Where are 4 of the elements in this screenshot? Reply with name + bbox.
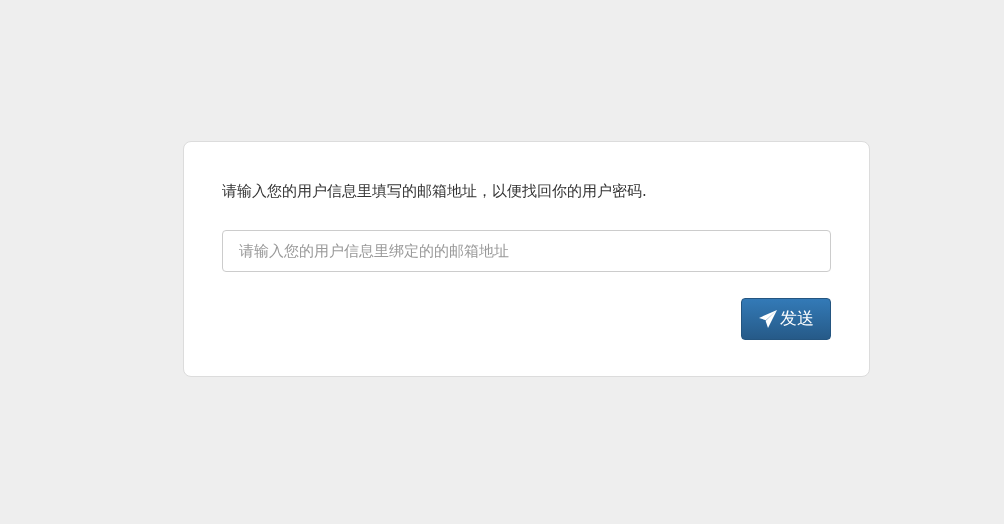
paper-plane-icon [758,310,777,328]
send-button[interactable]: 发送 [741,298,831,340]
email-field[interactable]: 请输入您的用户信息里绑定的的邮箱地址 [222,230,831,272]
instruction-text: 请输入您的用户信息里填写的邮箱地址，以便找回你的用户密码. [222,181,648,202]
